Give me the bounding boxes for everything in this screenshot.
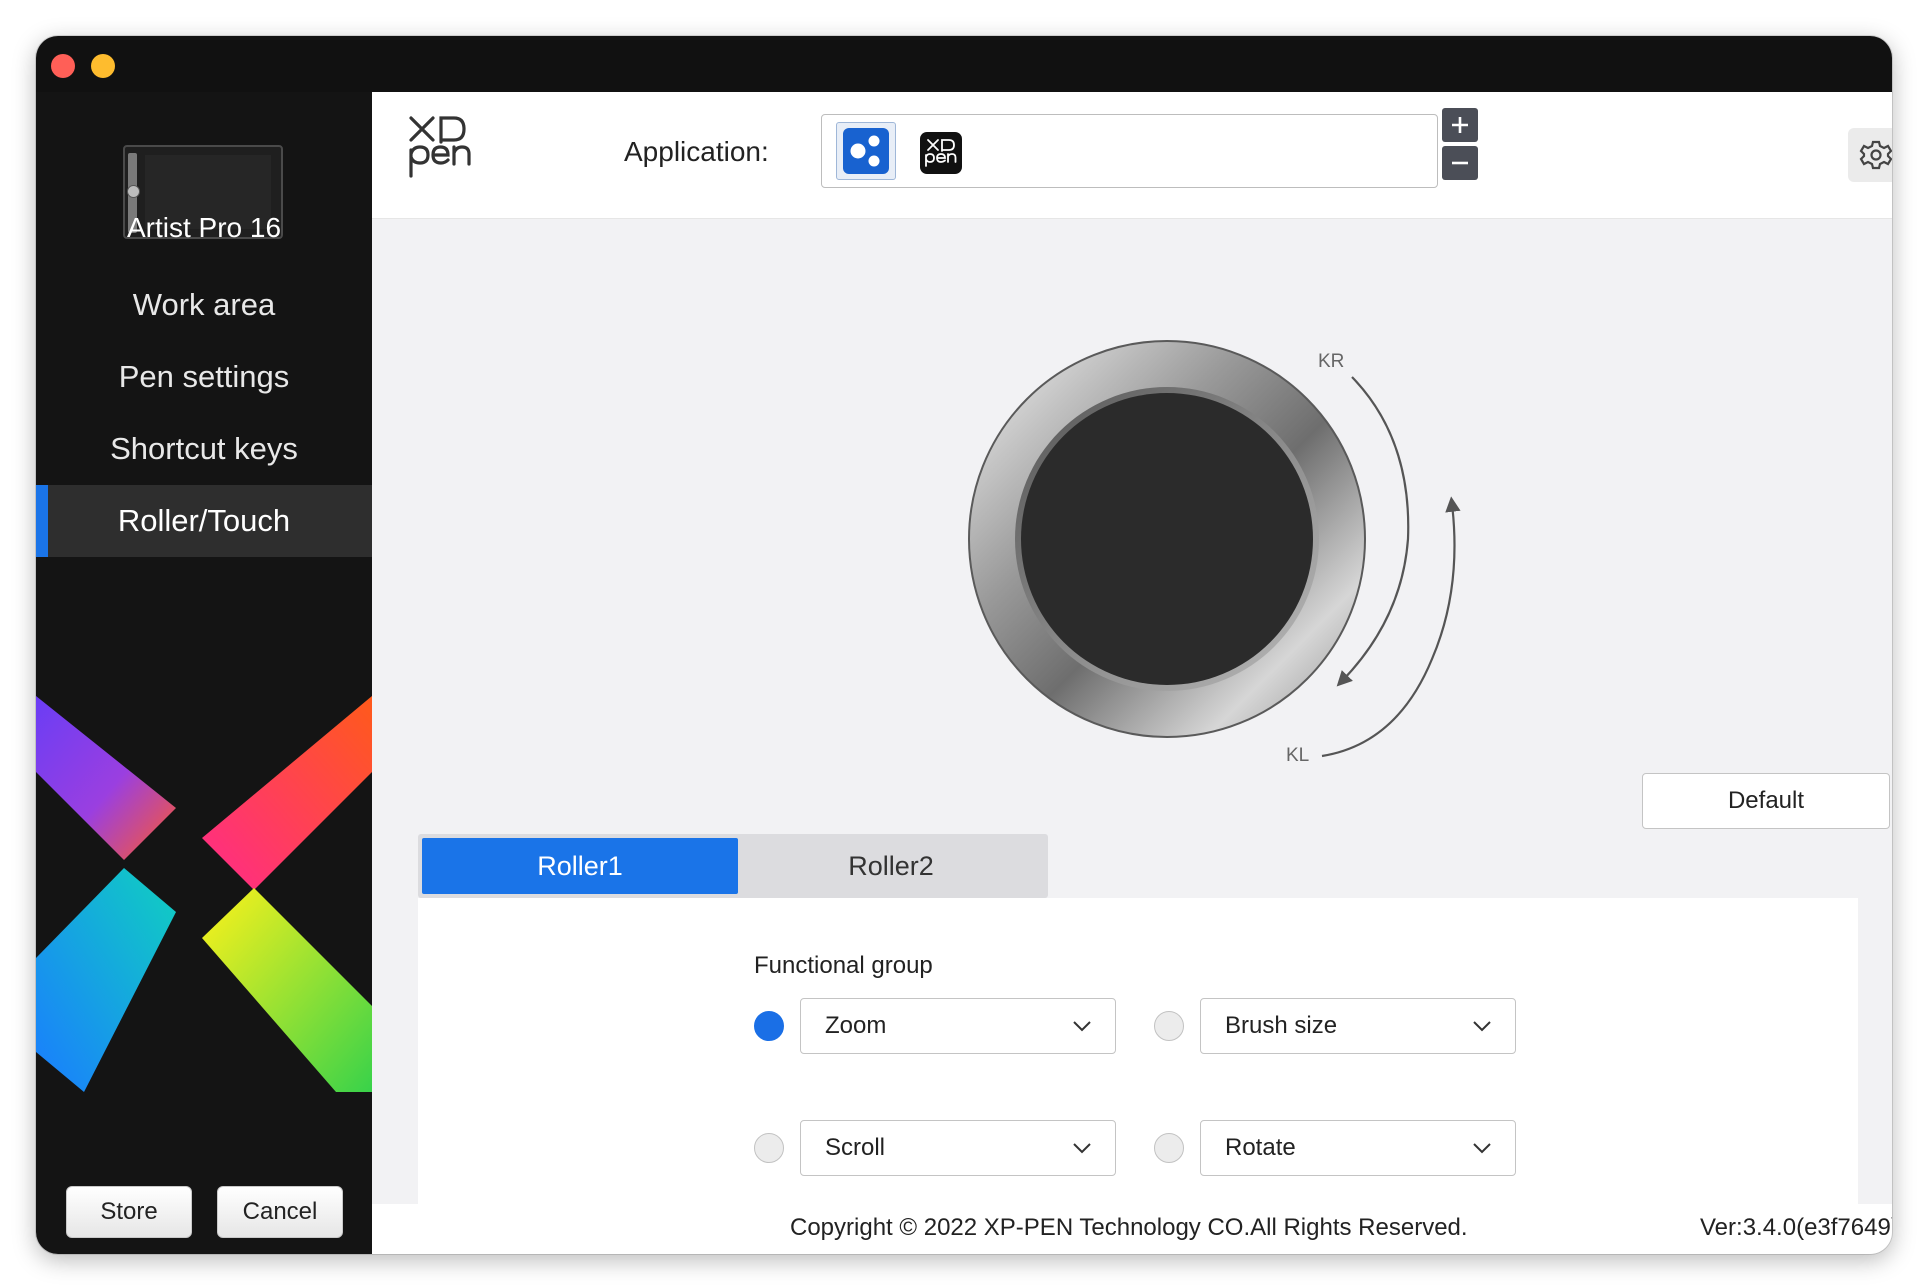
settings-button[interactable] — [1848, 128, 1892, 182]
header: Application: — [372, 92, 1892, 219]
store-button[interactable]: Store — [66, 1186, 192, 1238]
functional-group-title: Functional group — [754, 952, 933, 979]
app-item-all[interactable] — [836, 122, 896, 180]
chevron-down-icon — [1473, 1143, 1491, 1154]
brand-x-decoration — [36, 696, 372, 1092]
xp-pen-app-icon[interactable] — [920, 132, 962, 174]
close-window-button[interactable] — [51, 54, 75, 78]
kr-label: KR — [1318, 351, 1345, 372]
select-zoom-value: Zoom — [825, 1012, 887, 1039]
app-window: Artist Pro 16 Work area Pen settings Sho… — [36, 36, 1892, 1254]
sidebar-nav: Work area Pen settings Shortcut keys Rol… — [36, 269, 372, 557]
plus-icon — [1452, 117, 1468, 133]
application-list — [821, 114, 1438, 188]
roller-center — [1021, 393, 1313, 685]
select-scroll-value: Scroll — [825, 1134, 886, 1161]
tab-roller1[interactable]: Roller1 — [422, 838, 738, 894]
device-name: Artist Pro 16 — [126, 212, 282, 243]
title-bar — [36, 36, 1892, 92]
chevron-down-icon — [1073, 1021, 1091, 1032]
minimize-window-button[interactable] — [91, 54, 115, 78]
x-stroke-yellow — [202, 888, 372, 1092]
select-brush-size[interactable]: Brush size — [1200, 998, 1516, 1054]
radio-rotate[interactable] — [1154, 1133, 1184, 1163]
footer: Copyright © 2022 XP-PEN Technology CO.Al… — [372, 1204, 1892, 1254]
gear-icon — [1859, 140, 1892, 170]
tab-roller2[interactable]: Roller2 — [738, 838, 1044, 894]
select-rotate-value: Rotate — [1225, 1134, 1296, 1161]
copyright-text: Copyright © 2022 XP-PEN Technology CO.Al… — [790, 1214, 1468, 1241]
xp-pen-logo — [409, 116, 471, 178]
sidebar: Artist Pro 16 Work area Pen settings Sho… — [36, 92, 372, 1254]
remove-application-button[interactable] — [1442, 146, 1478, 180]
select-brush-size-value: Brush size — [1225, 1012, 1338, 1039]
select-zoom[interactable]: Zoom — [800, 998, 1116, 1054]
roller-tabs: Roller1 Roller2 — [418, 834, 1048, 898]
default-button[interactable]: Default — [1642, 773, 1890, 829]
sidebar-item-work-area[interactable]: Work area — [36, 269, 372, 341]
radio-scroll[interactable] — [754, 1133, 784, 1163]
minus-icon — [1452, 161, 1468, 165]
x-stroke-blue — [36, 868, 176, 1092]
roller-settings-content: KR KL Default Roller1 Roller2 Functional… — [372, 219, 1892, 1204]
add-application-button[interactable] — [1442, 108, 1478, 142]
x-stroke-pink — [202, 696, 372, 890]
sidebar-item-roller-touch[interactable]: Roller/Touch — [36, 485, 372, 557]
radio-zoom[interactable] — [754, 1011, 784, 1041]
all-apps-icon — [843, 128, 889, 174]
select-rotate[interactable]: Rotate — [1200, 1120, 1516, 1176]
radio-brush-size[interactable] — [1154, 1011, 1184, 1041]
cancel-button[interactable]: Cancel — [217, 1186, 343, 1238]
sidebar-item-shortcut-keys[interactable]: Shortcut keys — [36, 413, 372, 485]
kl-label: KL — [1286, 745, 1310, 766]
main-panel: Application: KR KL Default Roller1 Rolle… — [372, 92, 1892, 1254]
chevron-down-icon — [1073, 1143, 1091, 1154]
roller-illustration — [968, 340, 1461, 758]
x-stroke-purple — [36, 696, 176, 860]
version-text: Ver:3.4.0(e3f7649) — [1700, 1214, 1892, 1241]
sidebar-item-pen-settings[interactable]: Pen settings — [36, 341, 372, 413]
select-scroll[interactable]: Scroll — [800, 1120, 1116, 1176]
functional-group-panel: Functional group Zoom Brush size Scroll — [418, 898, 1858, 1204]
application-label: Application: — [624, 136, 769, 167]
chevron-down-icon — [1473, 1021, 1491, 1032]
